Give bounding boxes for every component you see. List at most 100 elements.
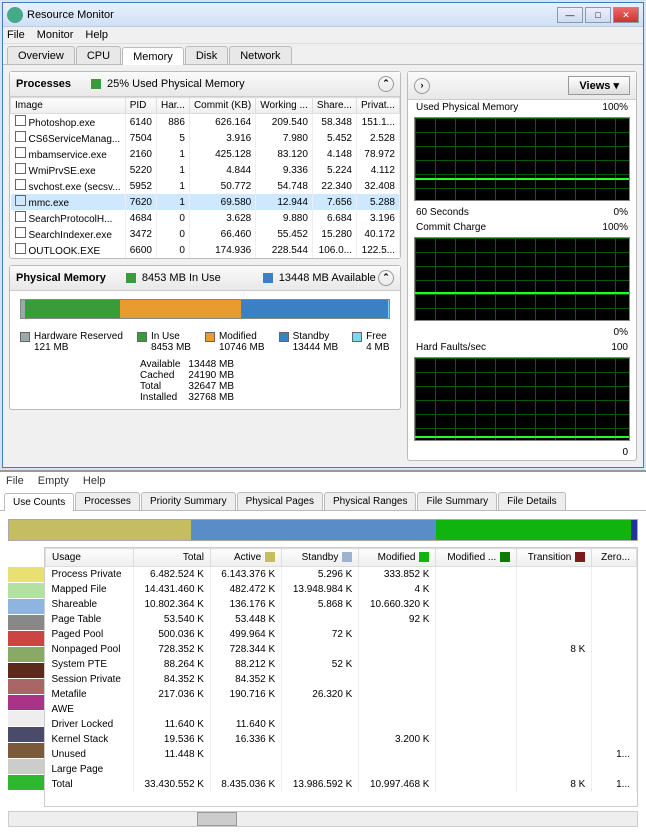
rm-row[interactable]: Process Private6.482.524 K6.143.376 K5.2… <box>46 567 637 583</box>
app-icon <box>7 7 23 23</box>
titlebar[interactable]: Resource Monitor — □ ✕ <box>3 3 643 27</box>
menu-file[interactable]: File <box>7 29 25 41</box>
rm-row[interactable]: Nonpaged Pool728.352 K728.344 K8 K <box>46 642 637 657</box>
rm-row[interactable]: Unused11.448 K1... <box>46 747 637 762</box>
process-row[interactable]: CS6ServiceManag...750453.9167.9805.4522.… <box>11 130 400 146</box>
process-row[interactable]: Photoshop.exe6140886626.164209.54058.348… <box>11 114 400 131</box>
rm-tab[interactable]: Physical Ranges <box>324 492 416 510</box>
process-row[interactable]: SearchProtocolH...468403.6289.8806.6843.… <box>11 210 400 226</box>
rm-row[interactable]: Large Page <box>46 762 637 777</box>
rm-row[interactable]: Metafile217.036 K190.716 K26.320 K <box>46 687 637 702</box>
checkbox[interactable] <box>15 163 26 174</box>
processes-status: 25% Used Physical Memory <box>107 78 245 90</box>
row-color <box>8 775 44 791</box>
legend-item: Free4 MB <box>352 331 389 353</box>
process-row[interactable]: mmc.exe7620169.58012.9447.6565.288 <box>11 194 400 210</box>
rm-col-header[interactable]: Standby <box>282 549 359 567</box>
row-color <box>8 631 44 647</box>
horizontal-scrollbar[interactable] <box>8 811 638 827</box>
rm-menu-empty[interactable]: Empty <box>38 475 69 487</box>
rm-row[interactable]: AWE <box>46 702 637 717</box>
rm-row[interactable]: Kernel Stack19.536 K16.336 K3.200 K <box>46 732 637 747</box>
menu-help[interactable]: Help <box>85 29 108 41</box>
rm-row[interactable]: Session Private84.352 K84.352 K <box>46 672 637 687</box>
rm-col-header[interactable]: Active <box>210 549 281 567</box>
checkbox[interactable] <box>15 211 26 222</box>
checkbox[interactable] <box>15 227 26 238</box>
collapse-graphs-icon[interactable]: › <box>414 78 430 94</box>
scroll-thumb[interactable] <box>197 812 237 826</box>
rm-tab[interactable]: Processes <box>75 492 140 510</box>
tab-overview[interactable]: Overview <box>7 46 75 64</box>
rm-tab[interactable]: File Summary <box>417 492 497 510</box>
checkbox[interactable] <box>15 195 26 206</box>
col-header[interactable]: Image <box>11 98 126 114</box>
rm-row[interactable]: Shareable10.802.364 K136.176 K5.868 K10.… <box>46 597 637 612</box>
rm-row[interactable]: Paged Pool500.036 K499.964 K72 K <box>46 627 637 642</box>
rammap-menubar: File Empty Help <box>0 472 646 490</box>
rm-row[interactable]: Driver Locked11.640 K11.640 K <box>46 717 637 732</box>
checkbox[interactable] <box>15 243 26 254</box>
tab-network[interactable]: Network <box>229 46 291 64</box>
views-button[interactable]: Views ▾ <box>568 76 630 95</box>
col-header[interactable]: Commit (KB) <box>189 98 255 114</box>
menu-monitor[interactable]: Monitor <box>37 29 74 41</box>
minimize-button[interactable]: — <box>557 7 583 23</box>
rm-tab[interactable]: File Details <box>498 492 565 510</box>
inuse-label: 8453 MB In Use <box>142 272 221 284</box>
close-button[interactable]: ✕ <box>613 7 639 23</box>
row-color <box>8 599 44 615</box>
process-row[interactable]: OUTLOOK.EXE66000174.936228.544106.0...12… <box>11 242 400 258</box>
checkbox[interactable] <box>15 147 26 158</box>
collapse-icon[interactable]: ⌃ <box>378 270 394 286</box>
rm-row[interactable]: Page Table53.540 K53.448 K92 K <box>46 612 637 627</box>
memory-legend: Hardware Reserved121 MBIn Use8453 MBModi… <box>10 327 400 357</box>
rm-tab[interactable]: Physical Pages <box>237 492 323 510</box>
row-color <box>8 583 44 599</box>
col-header[interactable]: Har... <box>157 98 190 114</box>
checkbox[interactable] <box>15 179 26 190</box>
process-row[interactable]: WmiPrvSE.exe522014.8449.3365.2244.112 <box>11 162 400 178</box>
rm-col-header[interactable]: Modified <box>359 549 436 567</box>
rm-tab[interactable]: Priority Summary <box>141 492 236 510</box>
rm-row[interactable]: System PTE88.264 K88.212 K52 K <box>46 657 637 672</box>
rm-menu-file[interactable]: File <box>6 475 24 487</box>
checkbox[interactable] <box>15 115 26 126</box>
process-row[interactable]: SearchIndexer.exe3472066.46055.45215.280… <box>11 226 400 242</box>
rm-tab[interactable]: Use Counts <box>4 493 74 511</box>
tab-memory[interactable]: Memory <box>122 47 184 65</box>
process-row[interactable]: svchost.exe (secsv...5952150.77254.74822… <box>11 178 400 194</box>
graph-caption: 0 <box>408 447 636 460</box>
row-color <box>8 647 44 663</box>
graph-caption: 0% <box>408 327 636 340</box>
maximize-button[interactable]: □ <box>585 7 611 23</box>
tab-cpu[interactable]: CPU <box>76 46 121 64</box>
graphs-panel: › Views ▾ Used Physical Memory100% 60 Se… <box>407 71 637 461</box>
graph-title: Commit Charge100% <box>408 220 636 235</box>
rm-row[interactable]: Mapped File14.431.460 K482.472 K13.948.9… <box>46 582 637 597</box>
tab-disk[interactable]: Disk <box>185 46 228 64</box>
collapse-icon[interactable]: ⌃ <box>378 76 394 92</box>
row-color <box>8 615 44 631</box>
physmem-title: Physical Memory <box>16 272 106 284</box>
rm-col-header[interactable]: Zero... <box>592 549 637 567</box>
avail-color <box>263 273 273 283</box>
status-color-box <box>91 79 101 89</box>
inuse-color <box>126 273 136 283</box>
rm-col-header[interactable]: Modified ... <box>436 549 517 567</box>
graph <box>414 117 630 201</box>
rm-menu-help[interactable]: Help <box>83 475 106 487</box>
col-header[interactable]: PID <box>125 98 156 114</box>
rammap-grid[interactable]: UsageTotalActiveStandbyModifiedModified … <box>44 547 638 807</box>
rm-col-header[interactable]: Usage <box>46 549 134 567</box>
col-header[interactable]: Privat... <box>357 98 400 114</box>
col-header[interactable]: Working ... <box>256 98 313 114</box>
rm-col-header[interactable]: Transition <box>517 549 592 567</box>
row-color <box>8 663 44 679</box>
processes-table[interactable]: ImagePIDHar...Commit (KB)Working ...Shar… <box>10 97 400 258</box>
legend-item: Hardware Reserved121 MB <box>20 331 123 353</box>
checkbox[interactable] <box>15 131 26 142</box>
process-row[interactable]: mbamservice.exe21601425.12883.1204.14878… <box>11 146 400 162</box>
col-header[interactable]: Share... <box>312 98 356 114</box>
rm-col-header[interactable]: Total <box>133 549 210 567</box>
